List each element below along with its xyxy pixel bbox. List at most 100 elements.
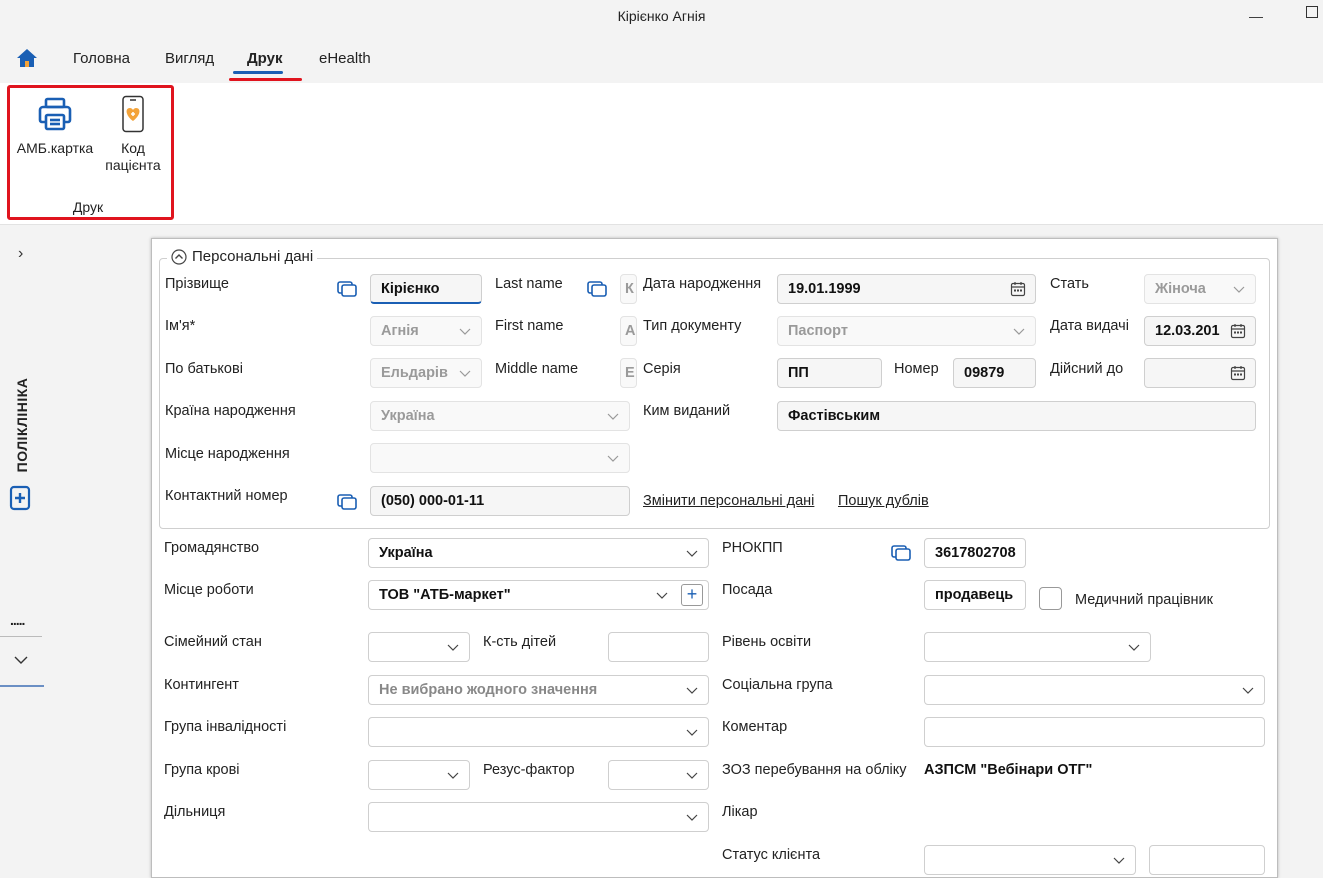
minimize-button[interactable]: — — [1249, 8, 1263, 24]
birth-date-value: 19.01.1999 — [788, 281, 861, 297]
menu-ehealth[interactable]: eHealth — [319, 50, 371, 67]
window-title: Кірієнко Агнія — [617, 8, 706, 24]
phone-label: Контактний номер — [165, 488, 288, 504]
number-label: Номер — [894, 361, 939, 377]
firstname-label: Ім'я* — [165, 318, 196, 334]
chevron-down-icon — [447, 644, 459, 651]
medical-worker-label: Медичний працівник — [1075, 592, 1213, 608]
district-select[interactable] — [368, 802, 709, 832]
copy-icon[interactable] — [336, 493, 358, 511]
change-personal-data-link[interactable]: Змінити персональні дані — [643, 493, 814, 509]
issue-date-value: 12.03.201 — [1155, 323, 1220, 339]
doc-type-label: Тип документу — [643, 318, 742, 334]
chevron-down-icon — [656, 592, 668, 599]
middlename-label: Middle name — [495, 361, 579, 377]
lastname-field[interactable]: К — [620, 274, 637, 304]
surname-field[interactable]: Кірієнко — [370, 274, 482, 304]
birth-place-select[interactable] — [370, 443, 630, 473]
chevron-down-icon — [686, 687, 698, 694]
calendar-icon[interactable] — [1010, 281, 1026, 297]
chevron-down-icon — [1233, 286, 1245, 293]
children-field[interactable] — [608, 632, 709, 662]
rh-label: Резус-фактор — [483, 762, 575, 778]
chevron-down-icon — [1242, 687, 1254, 694]
surname-label: Прізвище — [165, 276, 229, 292]
copy-icon[interactable] — [890, 544, 912, 562]
chevron-down-icon — [1113, 857, 1125, 864]
add-workplace-button[interactable]: + — [681, 584, 703, 606]
medical-worker-checkbox[interactable] — [1039, 587, 1062, 610]
firstname-select[interactable]: Агнія — [370, 316, 482, 346]
zoz-value: АЗПСМ "Вебінари ОТГ" — [924, 762, 1093, 778]
workplace-select[interactable]: ТОВ "АТБ-маркет" — [368, 580, 709, 610]
doc-type-select[interactable]: Паспорт — [777, 316, 1036, 346]
firstname-en-field[interactable]: А — [620, 316, 637, 346]
issue-date-field[interactable]: 12.03.201 — [1144, 316, 1256, 346]
birth-country-select[interactable]: Україна — [370, 401, 630, 431]
active-tab-indicator — [233, 71, 283, 74]
citizenship-label: Громадянство — [164, 540, 260, 556]
calendar-icon[interactable] — [1230, 365, 1246, 381]
workplace-value: ТОВ "АТБ-маркет" — [379, 587, 511, 603]
rnokpp-field[interactable]: 3617802708 — [924, 538, 1026, 568]
citizenship-select[interactable]: Україна — [368, 538, 709, 568]
client-status-label: Статус клієнта — [722, 847, 821, 863]
social-label: Соціальна група — [722, 677, 833, 693]
rh-select[interactable] — [608, 760, 709, 790]
menu-bar: Головна Вигляд Друк eHealth — [0, 36, 1323, 82]
middlename-field[interactable]: Е — [620, 358, 637, 388]
phone-field[interactable]: (050) 000-01-11 — [370, 486, 630, 516]
patronymic-label: По батькові — [165, 361, 243, 377]
doc-type-value: Паспорт — [788, 323, 848, 339]
medical-plus-icon[interactable] — [9, 485, 31, 511]
series-field[interactable]: ПП — [777, 358, 882, 388]
birth-country-label: Країна народження — [165, 403, 296, 419]
valid-to-field[interactable] — [1144, 358, 1256, 388]
birth-place-label: Місце народження — [165, 446, 290, 462]
blood-select[interactable] — [368, 760, 470, 790]
sex-select[interactable]: Жіноча — [1144, 274, 1256, 304]
marital-select[interactable] — [368, 632, 470, 662]
copy-icon[interactable] — [586, 280, 608, 298]
citizenship-value: Україна — [379, 545, 433, 561]
menu-print[interactable]: Друк — [247, 50, 283, 67]
birth-date-field[interactable]: 19.01.1999 — [777, 274, 1036, 304]
disability-select[interactable] — [368, 717, 709, 747]
issued-by-label: Ким виданий — [643, 403, 731, 419]
chevron-down-icon — [1128, 644, 1140, 651]
chevron-down-icon[interactable] — [14, 652, 28, 664]
patronymic-value: Ельдарів — [381, 365, 448, 381]
disability-label: Група інвалідності — [164, 719, 287, 735]
issued-by-field[interactable]: Фастівським — [777, 401, 1256, 431]
firstname-value: Агнія — [381, 323, 419, 339]
calendar-icon[interactable] — [1230, 323, 1246, 339]
comment-field[interactable] — [924, 717, 1265, 747]
number-field[interactable]: 09879 — [953, 358, 1036, 388]
client-status-select[interactable] — [924, 845, 1136, 875]
contingent-select[interactable]: Не вибрано жодного значення — [368, 675, 709, 705]
menu-home[interactable]: Головна — [73, 50, 130, 67]
client-status-extra-field[interactable] — [1149, 845, 1265, 875]
chevron-right-icon[interactable]: › — [18, 245, 23, 263]
maximize-button[interactable] — [1306, 6, 1318, 18]
sex-label: Стать — [1050, 276, 1089, 292]
sidebar-tab-polyclinic[interactable]: ПОЛІКЛІНІКА — [2, 375, 42, 475]
education-select[interactable] — [924, 632, 1151, 662]
lastname-label: Last name — [495, 276, 563, 292]
menu-view[interactable]: Вигляд — [165, 50, 214, 67]
personal-data-header[interactable]: Персональні дані — [167, 248, 318, 265]
position-field[interactable]: продавець — [924, 580, 1026, 610]
sidebar-dots[interactable]: ..... — [10, 612, 25, 628]
patronymic-select[interactable]: Ельдарів — [370, 358, 482, 388]
workplace-label: Місце роботи — [164, 582, 254, 598]
position-label: Посада — [722, 582, 773, 598]
home-icon[interactable] — [16, 48, 38, 68]
sidebar-divider — [0, 636, 42, 637]
chevron-down-icon — [686, 814, 698, 821]
highlight-underline — [229, 78, 302, 81]
social-select[interactable] — [924, 675, 1265, 705]
ribbon — [0, 83, 1323, 225]
find-duplicates-link[interactable]: Пошук дублів — [838, 493, 929, 509]
copy-icon[interactable] — [336, 280, 358, 298]
collapse-icon[interactable] — [171, 248, 187, 265]
